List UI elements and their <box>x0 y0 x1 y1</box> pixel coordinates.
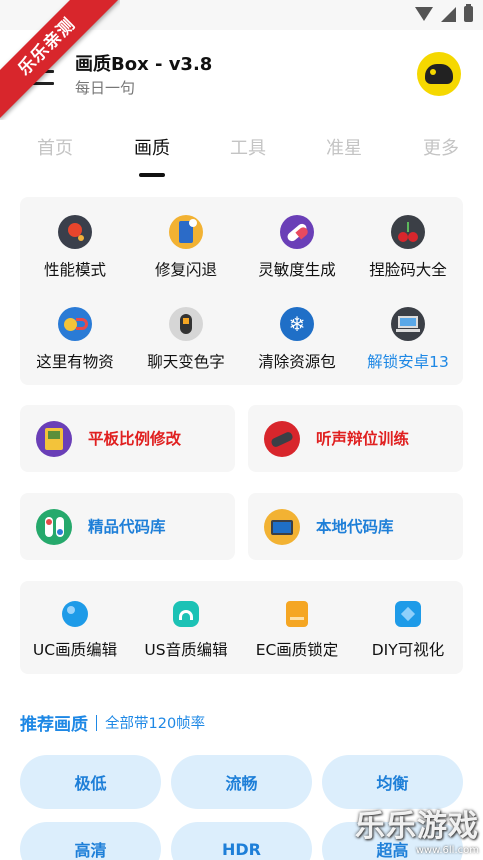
grid-item-face-codes[interactable]: 捏脸码大全 <box>353 215 463 280</box>
brush-icon <box>169 307 203 341</box>
quality-chip-balanced[interactable]: 均衡 <box>322 755 463 809</box>
grid-label: 解锁安卓13 <box>367 353 449 371</box>
grid-item-performance[interactable]: 性能模式 <box>20 215 130 280</box>
tab-tools[interactable]: 工具 <box>230 134 266 160</box>
grid-item-uc-editor[interactable]: UC画质编辑 <box>20 601 130 660</box>
status-bar <box>0 0 483 30</box>
grid-label: 性能模式 <box>43 261 106 279</box>
cherry-icon <box>391 215 425 249</box>
grid-label: US音质编辑 <box>144 641 228 659</box>
grid-label: UC画质编辑 <box>32 641 118 659</box>
section-title: 推荐画质 <box>20 715 88 735</box>
card-label: 本地代码库 <box>316 518 394 536</box>
blue-orb-icon <box>62 601 88 627</box>
app-title: 画质Box - v3.8 <box>75 54 213 75</box>
phone-repair-icon <box>169 215 203 249</box>
snowflake-icon: ❄ <box>280 307 314 341</box>
card-label: 平板比例修改 <box>88 430 182 448</box>
quality-chip-smooth[interactable]: 流畅 <box>171 755 312 809</box>
grid-item-supplies[interactable]: 这里有物资 <box>20 307 130 372</box>
tab-more[interactable]: 更多 <box>423 134 459 160</box>
toggle-switch-icon <box>36 509 72 545</box>
section-subtitle: 全部带120帧率 <box>105 716 206 732</box>
grid-item-fix-crash[interactable]: 修复闪退 <box>131 215 241 280</box>
tab-home[interactable]: 首页 <box>37 134 73 160</box>
app-bar: 画质Box - v3.8 每日一句 <box>0 30 483 118</box>
battery-icon <box>464 4 473 22</box>
sound-training-card[interactable]: 听声辩位训练 <box>248 405 463 472</box>
quality-chip-ultra[interactable]: 超高 <box>322 822 463 860</box>
card-label: 精品代码库 <box>88 518 166 536</box>
laptop-icon <box>391 307 425 341</box>
tab-indicator <box>139 173 165 177</box>
tab-crosshair[interactable]: 准星 <box>326 134 362 160</box>
helmet-avatar-icon[interactable] <box>417 52 461 96</box>
grid-label: 聊天变色字 <box>147 353 225 371</box>
status-icons <box>415 4 473 22</box>
grid-item-chat-color[interactable]: 聊天变色字 <box>131 307 241 372</box>
monitor-icon <box>264 509 300 545</box>
grid-label: 这里有物资 <box>36 353 114 371</box>
feature-grid: 性能模式 修复闪退 灵敏度生成 捏脸码大全 这里有物资 聊天变色字 ❄ 清除资源… <box>20 197 463 385</box>
wifi-icon <box>415 7 433 21</box>
grid-label: 清除资源包 <box>258 353 336 371</box>
grid-label: 灵敏度生成 <box>258 261 336 279</box>
headphones-icon <box>173 601 199 627</box>
orange-document-icon <box>286 601 308 627</box>
grid-label: DIY可视化 <box>371 641 445 659</box>
section-divider <box>96 714 97 731</box>
gameboy-icon <box>36 421 72 457</box>
grid-item-sensitivity[interactable]: 灵敏度生成 <box>242 215 352 280</box>
premium-codes-card[interactable]: 精品代码库 <box>20 493 235 560</box>
recommended-header: 推荐画质 全部带120帧率 <box>20 710 205 735</box>
grid-label: 捏脸码大全 <box>369 261 447 279</box>
quality-chip-very-low[interactable]: 极低 <box>20 755 161 809</box>
grid-item-ec-lock[interactable]: EC画质锁定 <box>242 601 352 660</box>
tab-quality[interactable]: 画质 <box>134 134 170 160</box>
coin-magnet-icon <box>58 307 92 341</box>
puzzle-icon <box>395 601 421 627</box>
tablet-ratio-card[interactable]: 平板比例修改 <box>20 405 235 472</box>
telescope-icon <box>264 421 300 457</box>
tab-bar: 首页 画质 工具 准星 更多 <box>0 118 483 178</box>
capsule-icon <box>280 215 314 249</box>
editor-grid: UC画质编辑 US音质编辑 EC画质锁定 DIY可视化 <box>20 581 463 674</box>
quality-chip-hdr[interactable]: HDR <box>171 822 312 860</box>
grid-label: 修复闪退 <box>154 261 217 279</box>
grid-item-us-editor[interactable]: US音质编辑 <box>131 601 241 660</box>
grid-item-unlock-android13[interactable]: 解锁安卓13 <box>353 307 463 372</box>
signal-icon <box>441 6 456 22</box>
daily-quote[interactable]: 每日一句 <box>75 77 135 98</box>
local-codes-card[interactable]: 本地代码库 <box>248 493 463 560</box>
grid-label: EC画质锁定 <box>255 641 339 659</box>
grid-item-clear-resources[interactable]: ❄ 清除资源包 <box>242 307 352 372</box>
card-label: 听声辩位训练 <box>316 430 410 448</box>
quality-chip-hd[interactable]: 高清 <box>20 822 161 860</box>
rocket-icon <box>58 215 92 249</box>
hamburger-menu-icon[interactable] <box>20 58 54 88</box>
grid-item-diy-visual[interactable]: DIY可视化 <box>353 601 463 660</box>
